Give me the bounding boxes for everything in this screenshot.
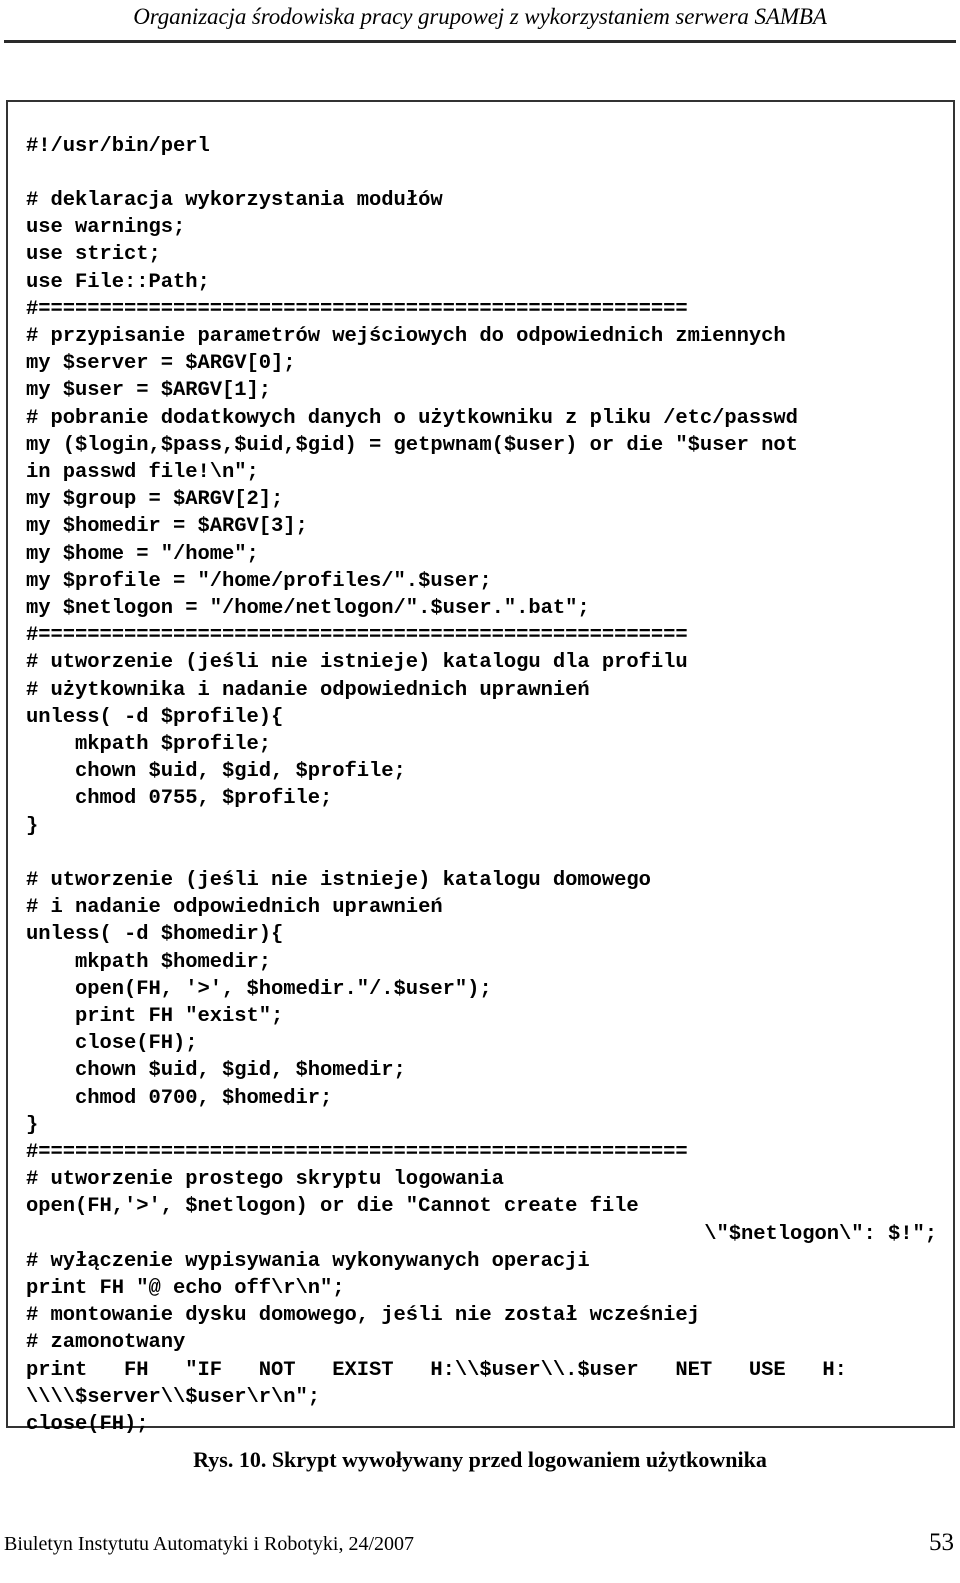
code-line: my $homedir = $ARGV[3];	[26, 515, 308, 539]
page-header: Organizacja środowiska pracy grupowej z …	[0, 0, 960, 46]
code-line: my $user = $ARGV[1];	[26, 379, 272, 403]
code-line: #!/usr/bin/perl	[26, 134, 210, 158]
code-line: }	[26, 1113, 39, 1137]
code-line: #=======================================…	[26, 297, 688, 321]
code-line: my ($login,$pass,$uid,$gid) = getpwnam($…	[26, 433, 798, 457]
footer-journal-name: Biuletyn Instytutu Automatyki i Robotyki…	[4, 1533, 415, 1555]
code-line: chown $uid, $gid, $profile;	[26, 760, 406, 784]
code-line: \"$netlogon\": $!";	[704, 1222, 937, 1246]
code-line: my $group = $ARGV[2];	[26, 488, 284, 512]
code-line: my $profile = "/home/profiles/".$user;	[26, 569, 492, 593]
code-line: # pobranie dodatkowych danych o użytkown…	[26, 406, 798, 430]
code-line: #=======================================…	[26, 1140, 688, 1164]
code-line: # utworzenie (jeśli nie istnieje) katalo…	[26, 651, 688, 675]
code-line: mkpath $profile;	[26, 732, 272, 756]
code-line: # wyłączenie wypisywania wykonywanych op…	[26, 1249, 590, 1273]
code-line: chown $uid, $gid, $homedir;	[26, 1059, 406, 1083]
code-line: in passwd file!\n";	[26, 460, 259, 484]
code-line: # przypisanie parametrów wejściowych do …	[26, 324, 786, 348]
code-line: print FH "exist";	[26, 1004, 284, 1028]
running-header-title: Organizacja środowiska pracy grupowej z …	[133, 4, 827, 29]
code-line: # utworzenie prostego skryptu logowania	[26, 1168, 504, 1192]
code-line: open(FH,'>', $netlogon) or die "Cannot c…	[26, 1195, 639, 1219]
code-line: # montowanie dysku domowego, jeśli nie z…	[26, 1304, 700, 1328]
code-line: # i nadanie odpowiednich uprawnień	[26, 896, 443, 920]
code-line: close(FH);	[26, 1413, 149, 1437]
perl-source-code: #!/usr/bin/perl # deklaracja wykorzystan…	[26, 133, 947, 1439]
code-line: \\\\$server\\$user\r\n";	[26, 1385, 321, 1409]
header-horizontal-rule	[4, 40, 956, 43]
code-line: my $netlogon = "/home/netlogon/".$user."…	[26, 596, 590, 620]
page-footer: Biuletyn Instytutu Automatyki i Robotyki…	[0, 1529, 960, 1570]
code-line: use File::Path;	[26, 270, 210, 294]
code-line: use warnings;	[26, 216, 186, 240]
code-line: use strict;	[26, 243, 161, 267]
code-line: }	[26, 814, 39, 838]
code-line: print FH "IF NOT EXIST H:\\$user\\.$user…	[26, 1358, 847, 1382]
code-line: unless( -d $homedir){	[26, 923, 284, 947]
code-line: my $home = "/home";	[26, 542, 259, 566]
code-line: # zamonotwany	[26, 1331, 186, 1355]
code-line: # utworzenie (jeśli nie istnieje) katalo…	[26, 868, 651, 892]
code-line: # użytkownika i nadanie odpowiednich upr…	[26, 678, 590, 702]
code-line: chmod 0755, $profile;	[26, 787, 333, 811]
code-line: open(FH, '>', $homedir."/.$user");	[26, 977, 492, 1001]
code-line: print FH "@ echo off\r\n";	[26, 1277, 345, 1300]
code-line: my $server = $ARGV[0];	[26, 352, 296, 376]
code-line: # deklaracja wykorzystania modułów	[26, 188, 443, 212]
figure-caption: Rys. 10. Skrypt wywoływany przed logowan…	[193, 1447, 767, 1472]
code-line: close(FH);	[26, 1032, 198, 1056]
code-listing-box: #!/usr/bin/perl # deklaracja wykorzystan…	[6, 100, 955, 1436]
code-line: #=======================================…	[26, 624, 688, 648]
code-line: mkpath $homedir;	[26, 950, 272, 974]
code-line: chmod 0700, $homedir;	[26, 1086, 333, 1110]
code-line: unless( -d $profile){	[26, 705, 284, 729]
page-number: 53	[929, 1529, 954, 1556]
